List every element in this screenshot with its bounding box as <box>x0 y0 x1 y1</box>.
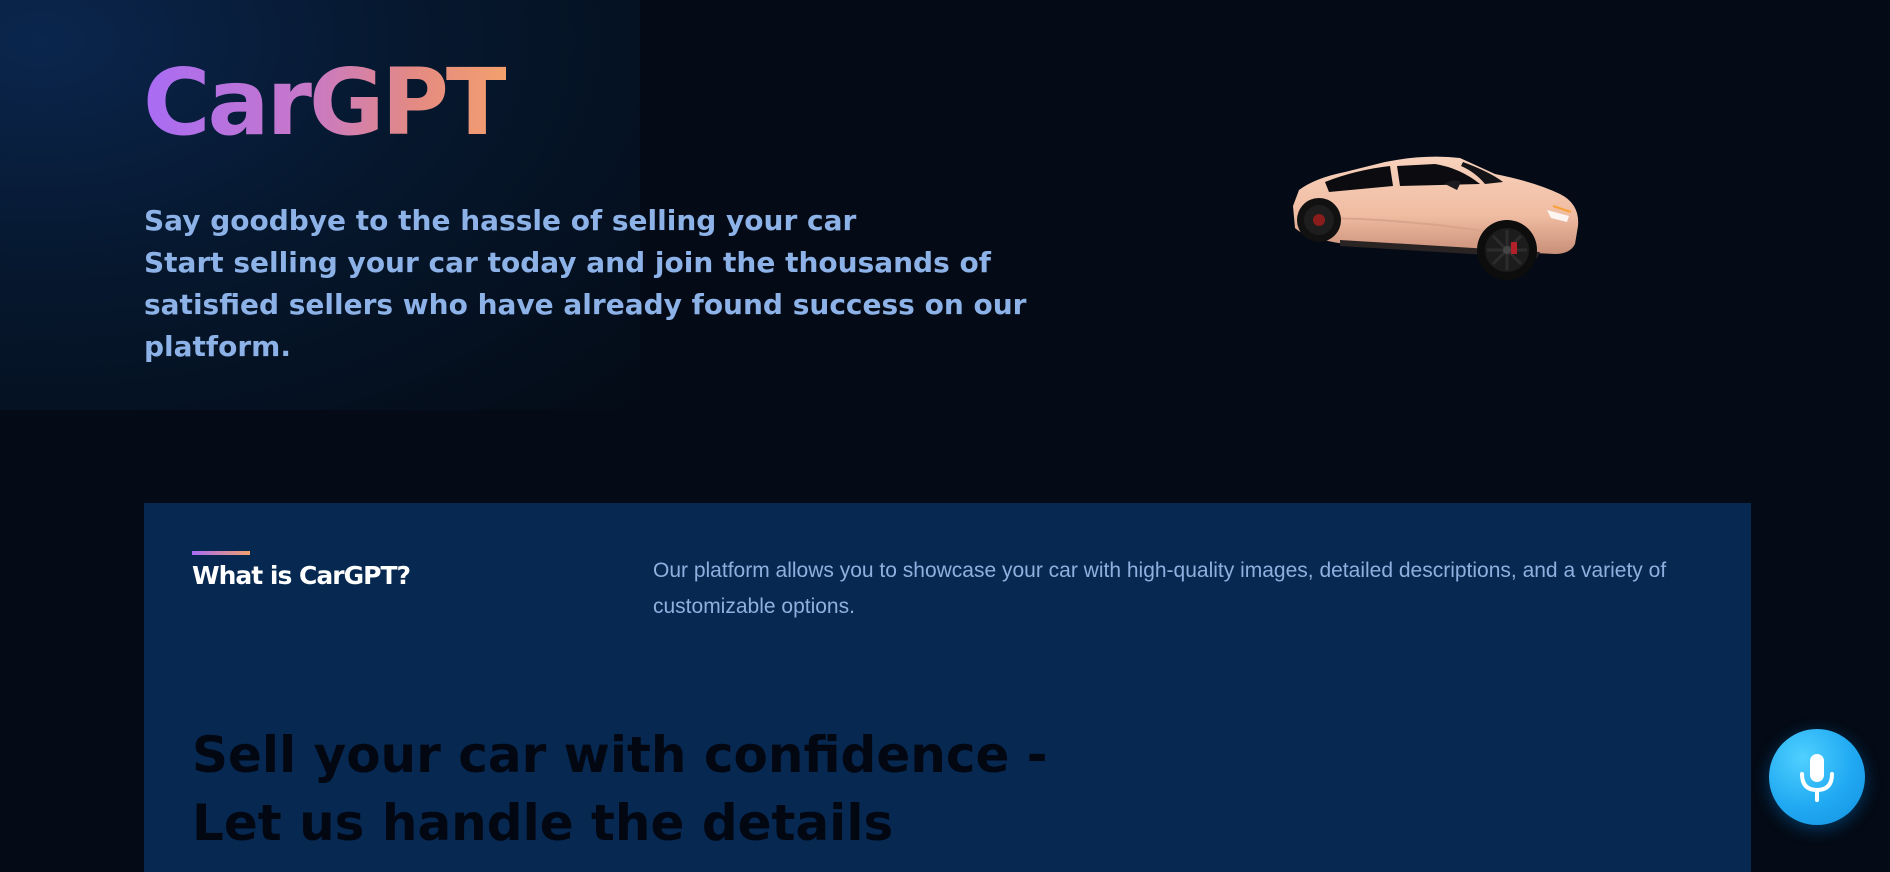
about-section: What is CarGPT? Our platform allows you … <box>144 503 1751 872</box>
section-headline: Sell your car with confidence - Let us h… <box>192 721 1092 857</box>
section-description: Our platform allows you to showcase your… <box>653 559 1667 618</box>
car-3d-model[interactable] <box>1285 148 1585 288</box>
section-accent-bar <box>192 551 250 555</box>
car-image <box>1293 156 1579 280</box>
section-headline-line-2: Let us handle the details <box>192 794 894 852</box>
microphone-icon <box>1800 754 1834 802</box>
brand-title: CarGPT <box>143 49 509 156</box>
voice-input-button[interactable] <box>1769 729 1865 825</box>
hero-tagline: Say goodbye to the hassle of selling you… <box>144 200 1084 368</box>
landing-page: CarGPT Say goodbye to the hassle of sell… <box>0 0 1890 872</box>
section-headline-line-1: Sell your car with confidence - <box>192 726 1048 784</box>
hero-tagline-line-2: Start selling your car today and join th… <box>144 246 1027 363</box>
hero-tagline-line-1: Say goodbye to the hassle of selling you… <box>144 204 857 237</box>
section-title: What is CarGPT? <box>192 561 411 590</box>
